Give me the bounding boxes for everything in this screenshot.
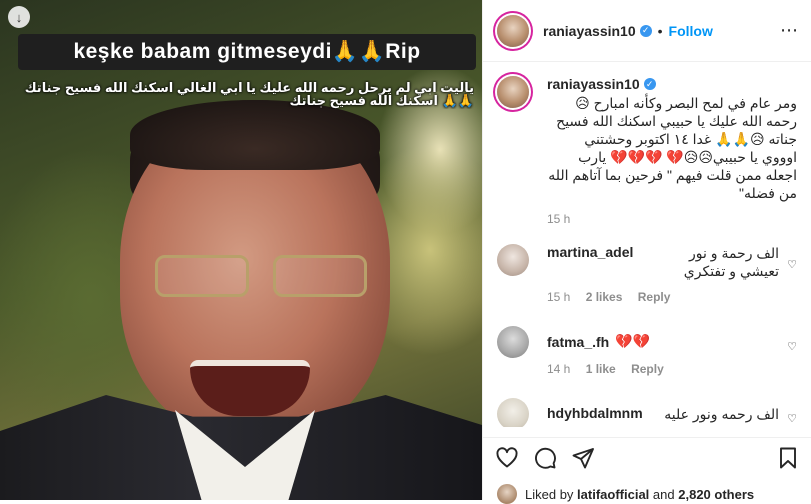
likes-conjunction: and bbox=[652, 486, 675, 502]
comment-text: الف رحمة و نور تعيشي و تفتكري bbox=[683, 245, 779, 279]
header-separator: • bbox=[657, 22, 663, 39]
share-icon[interactable] bbox=[571, 446, 595, 470]
post-header: raniayassin10 ✓ • Follow ⋯ bbox=[483, 0, 811, 62]
caption-meta: 15 h bbox=[547, 212, 797, 226]
comment-likes[interactable]: 2 likes bbox=[586, 290, 623, 304]
reply-button[interactable]: Reply bbox=[638, 290, 671, 304]
likes-others[interactable]: 2,820 others bbox=[678, 487, 754, 502]
comment-time[interactable]: 15 h bbox=[547, 290, 570, 304]
photo-caption-line2: 🙏🙏 اسكنك الله فسيح جناتك bbox=[289, 93, 474, 108]
comment-avatar[interactable] bbox=[497, 326, 529, 358]
instagram-post: keşke babam gitmeseydi🙏🙏Rip ياليت ابي لم… bbox=[0, 0, 811, 504]
heart-icon[interactable] bbox=[495, 446, 519, 470]
photo-glasses bbox=[155, 255, 367, 297]
comment-avatar[interactable] bbox=[497, 244, 529, 276]
comment-username[interactable]: martina_adel bbox=[547, 244, 633, 260]
heart-icon[interactable]: ♡ bbox=[787, 258, 797, 271]
comment-meta: 15 h 2 likes Reply bbox=[547, 290, 779, 304]
comment-item: martina_adel الف رحمة و نور تعيشي و تفتك… bbox=[497, 244, 797, 304]
comment-icon[interactable] bbox=[533, 446, 557, 470]
comment-time[interactable]: 14 h bbox=[547, 362, 570, 376]
likes-summary: Liked by latifaofficial and 2,820 others bbox=[497, 484, 754, 504]
liker-username[interactable]: latifaofficial bbox=[577, 487, 649, 502]
verified-badge-icon: ✓ bbox=[643, 78, 656, 90]
ellipsis-icon[interactable]: ⋯ bbox=[780, 20, 799, 41]
likes-prefix: Liked by bbox=[525, 486, 574, 502]
verified-badge-icon: ✓ bbox=[639, 24, 652, 37]
reply-button[interactable]: Reply bbox=[631, 362, 664, 376]
post-side-panel: raniayassin10 ✓ • Follow ⋯ raniayassin10… bbox=[482, 0, 811, 504]
photo-banner-text: keşke babam gitmeseydi🙏🙏Rip bbox=[18, 34, 476, 70]
heart-icon[interactable]: ♡ bbox=[787, 340, 797, 353]
follow-button[interactable]: Follow bbox=[669, 23, 713, 39]
comment-meta: 14 h 1 like Reply bbox=[547, 362, 779, 376]
photo-hair-top bbox=[130, 100, 380, 170]
comment-item: hdyhbdalmnm الف رحمه ونور عليه ♡ bbox=[497, 398, 797, 427]
caption-avatar[interactable] bbox=[497, 76, 529, 108]
heart-icon[interactable]: ♡ bbox=[787, 412, 797, 425]
action-bar bbox=[483, 437, 811, 477]
arrow-down-icon[interactable]: ↓ bbox=[8, 6, 30, 28]
post-caption: raniayassin10 ✓ ومر عام في لمح البصر وكأ… bbox=[497, 76, 797, 226]
post-photo[interactable]: keşke babam gitmeseydi🙏🙏Rip ياليت ابي لم… bbox=[0, 0, 482, 500]
comment-item: fatma_.fh 💔💔 14 h 1 like Reply ♡ bbox=[497, 326, 797, 376]
comment-likes[interactable]: 1 like bbox=[586, 362, 616, 376]
author-avatar[interactable] bbox=[497, 14, 529, 47]
caption-time[interactable]: 15 h bbox=[547, 212, 570, 226]
comment-text: الف رحمه ونور عليه bbox=[664, 406, 779, 422]
comment-username[interactable]: fatma_.fh bbox=[547, 334, 609, 350]
comment-text: 💔💔 bbox=[615, 333, 651, 349]
liker-avatar[interactable] bbox=[497, 484, 517, 504]
comment-avatar[interactable] bbox=[497, 398, 529, 427]
caption-text: ومر عام في لمح البصر وكأنه امبارح 😥رحمه … bbox=[548, 95, 797, 201]
comment-username[interactable]: hdyhbdalmnm bbox=[547, 405, 643, 421]
bookmark-icon[interactable] bbox=[776, 446, 800, 470]
author-username[interactable]: raniayassin10 bbox=[543, 23, 636, 39]
comments-list[interactable]: raniayassin10 ✓ ومر عام في لمح البصر وكأ… bbox=[483, 62, 811, 427]
caption-username[interactable]: raniayassin10 bbox=[547, 76, 640, 92]
